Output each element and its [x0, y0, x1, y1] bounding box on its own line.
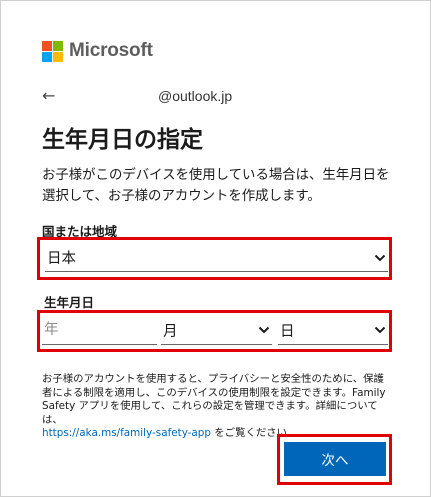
country-value: 日本	[47, 251, 76, 267]
birth-day-select[interactable]: 日	[278, 316, 388, 345]
chevron-down-icon	[374, 254, 386, 261]
chevron-down-icon	[258, 326, 270, 334]
logo-square-yellow	[53, 51, 63, 62]
identity-banner: ← @outlook.jp	[42, 86, 302, 105]
brand-name: Microsoft	[69, 40, 153, 61]
account-name: @outlook.jp	[158, 87, 233, 104]
logo-square-green	[53, 40, 63, 51]
logo-square-blue	[42, 51, 52, 62]
birthdate-label: 生年月日	[44, 295, 95, 310]
privacy-suffix: をご覧ください	[210, 427, 288, 439]
birth-day-value: 日	[280, 323, 295, 340]
logo-square-red	[42, 40, 52, 51]
microsoft-logo-icon	[42, 40, 63, 62]
birth-month-select[interactable]: 月	[161, 316, 272, 345]
page-title: 生年月日の指定	[42, 127, 203, 153]
privacy-notice: お子様のアカウントを使用すると、プライバシーと安全性のために、保護者による制限を…	[42, 373, 394, 441]
family-safety-link[interactable]: https://aka.ms/family-safety-app	[42, 427, 211, 439]
birth-month-value: 月	[163, 323, 178, 340]
back-arrow-icon[interactable]: ←	[42, 86, 62, 105]
page-description: お子様がこのデバイスを使用している場合は、生年月日を選択して、お子様のアカウント…	[42, 168, 390, 204]
microsoft-logo: Microsoft	[42, 40, 153, 62]
country-select[interactable]: 日本	[45, 244, 388, 272]
next-button[interactable]: 次へ	[284, 442, 386, 476]
birth-year-input[interactable]	[42, 316, 157, 345]
privacy-text: お子様のアカウントを使用すると、プライバシーと安全性のために、保護者による制限を…	[42, 373, 386, 426]
chevron-down-icon	[374, 326, 386, 334]
